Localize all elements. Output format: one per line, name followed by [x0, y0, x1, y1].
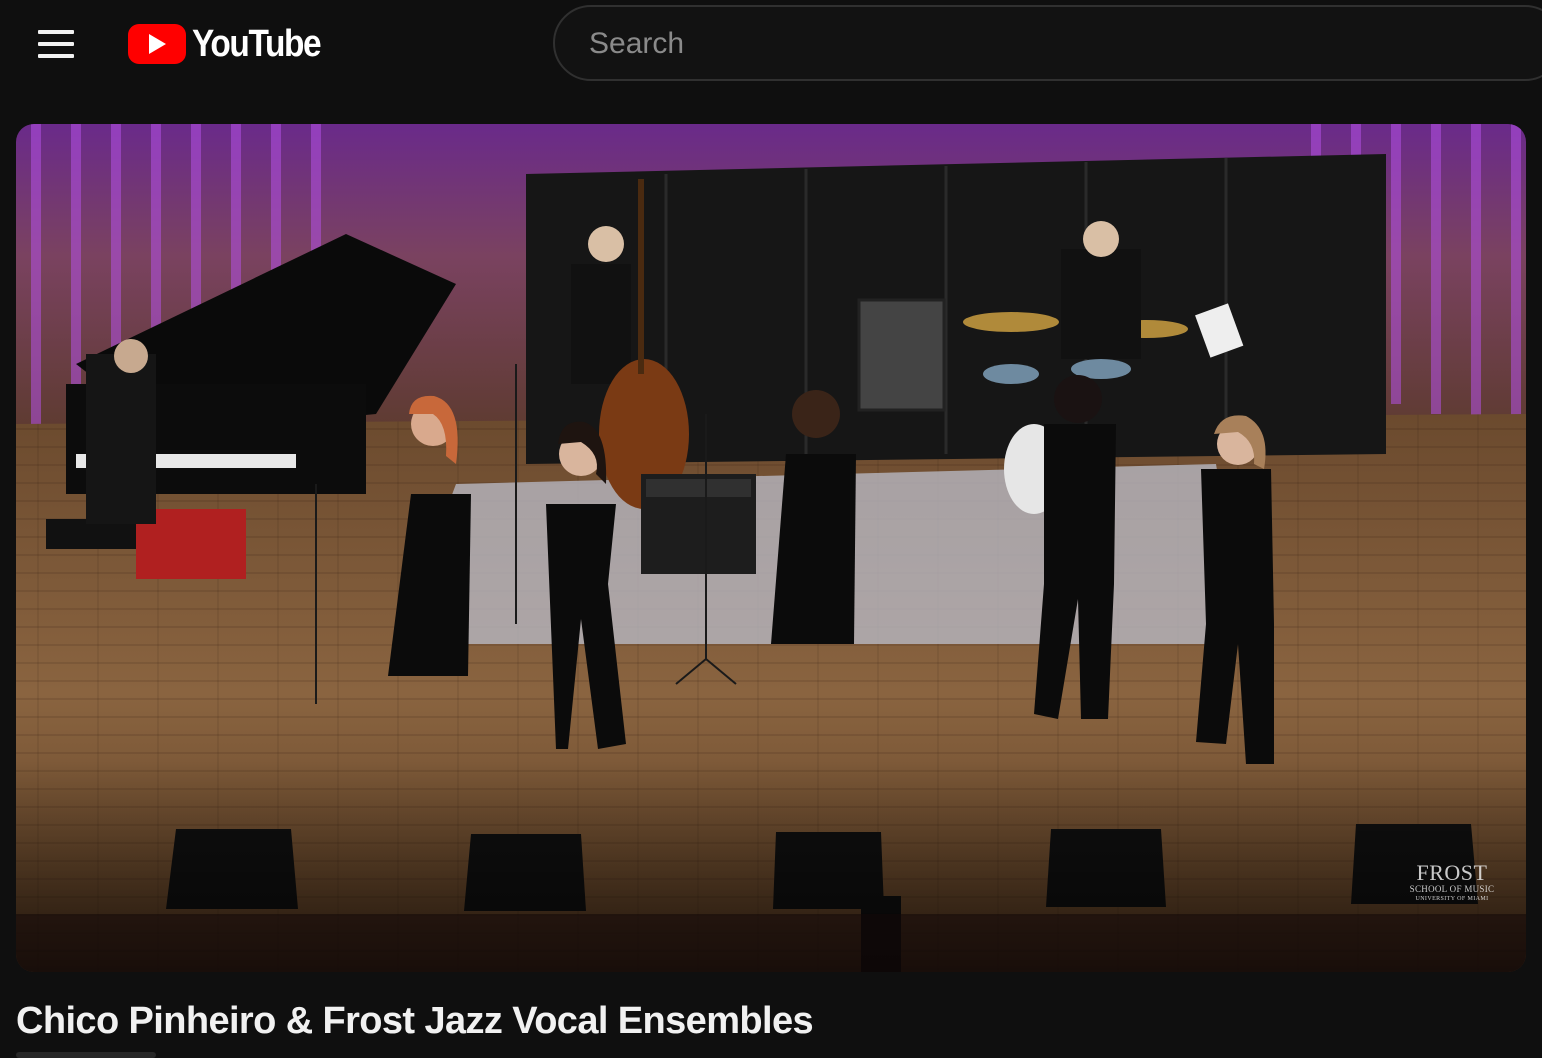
title-underline — [16, 1052, 156, 1058]
masthead: YouTube — [0, 0, 1542, 90]
watermark-line-3: UNIVERSITY OF MIAMI — [1415, 896, 1489, 902]
watermark-line-1: FROST — [1416, 860, 1488, 885]
video-title: Chico Pinheiro & Frost Jazz Vocal Ensemb… — [16, 1000, 814, 1042]
video-player[interactable]: FROST SCHOOL OF MUSIC UNIVERSITY OF MIAM… — [16, 124, 1526, 972]
frost-watermark: FROST SCHOOL OF MUSIC UNIVERSITY OF MIAM… — [1402, 862, 1502, 904]
watermark-line-2: SCHOOL OF MUSIC — [1409, 884, 1495, 894]
search-box[interactable] — [553, 5, 1542, 81]
youtube-logo[interactable]: YouTube — [128, 22, 338, 66]
video-frame — [16, 124, 1526, 972]
youtube-logo-text: YouTube — [192, 22, 322, 65]
hamburger-menu-icon[interactable] — [22, 20, 90, 68]
search-input[interactable] — [587, 7, 1491, 81]
youtube-play-icon — [128, 24, 186, 64]
